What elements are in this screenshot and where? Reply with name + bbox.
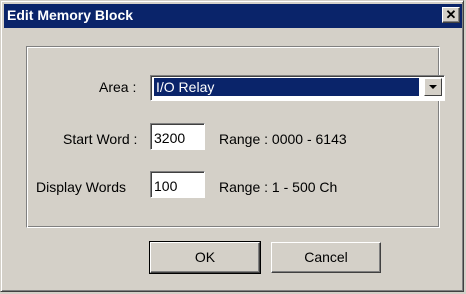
area-label: Area :	[99, 79, 137, 95]
title-bar[interactable]: Edit Memory Block ✕	[4, 4, 462, 28]
display-words-label: Display Words	[36, 179, 126, 195]
cancel-button[interactable]: Cancel	[271, 242, 381, 273]
dialog-title: Edit Memory Block	[7, 7, 134, 23]
start-word-label: Start Word :	[63, 131, 138, 147]
close-icon: ✕	[445, 7, 457, 22]
display-words-range: Range : 1 - 500 Ch	[219, 179, 338, 195]
edit-memory-block-dialog: Edit Memory Block ✕ Area : I/O Relay Sta…	[0, 0, 464, 292]
close-button[interactable]: ✕	[442, 7, 460, 23]
area-select[interactable]: I/O Relay	[150, 75, 445, 101]
area-selected-value: I/O Relay	[154, 78, 419, 96]
start-word-input[interactable]	[150, 123, 205, 150]
ok-button[interactable]: OK	[149, 241, 261, 274]
chevron-down-icon[interactable]	[424, 78, 442, 96]
display-words-input[interactable]	[150, 171, 205, 198]
start-word-range: Range : 0000 - 6143	[219, 131, 347, 147]
